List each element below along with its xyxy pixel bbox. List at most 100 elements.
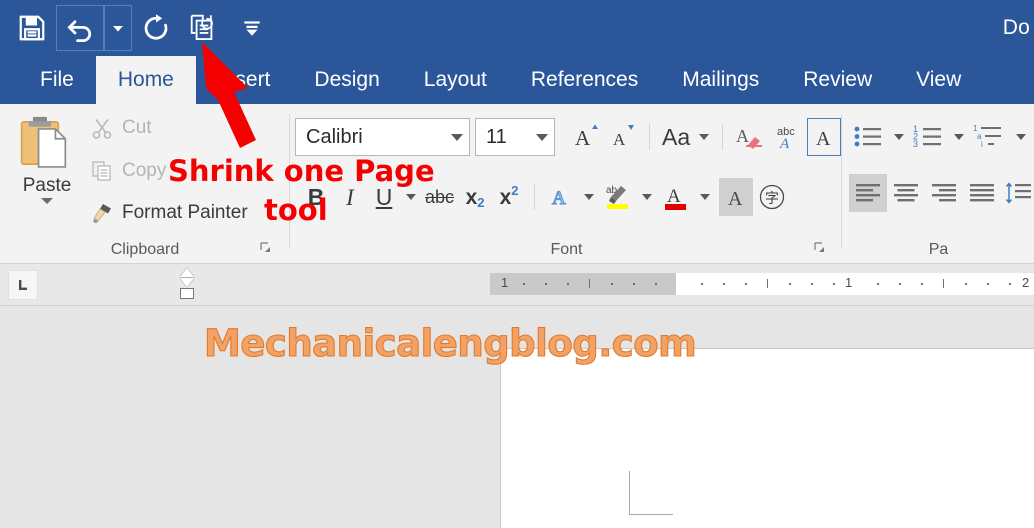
ruler-half-tick (943, 279, 944, 288)
svg-text:A: A (667, 186, 681, 207)
save-icon[interactable] (8, 5, 56, 51)
numbering-button[interactable]: 1 2 3 (909, 118, 949, 156)
clipboard-group-label: Clipboard (110, 241, 180, 258)
ruler-dot (611, 283, 613, 285)
undo-icon[interactable] (56, 5, 104, 51)
align-right-button[interactable] (925, 174, 963, 212)
text-effects-dropdown-icon[interactable] (584, 194, 595, 200)
font-name-combo[interactable]: Calibri (295, 118, 470, 156)
divider (649, 124, 650, 150)
numbering-dropdown-icon[interactable] (954, 134, 964, 140)
copy-icon (92, 161, 111, 181)
redo-icon[interactable] (132, 5, 180, 51)
multilevel-dropdown-icon[interactable] (1016, 134, 1026, 140)
cut-label: Cut (122, 117, 152, 138)
tab-mailings[interactable]: Mailings (660, 56, 781, 104)
bullets-dropdown-icon[interactable] (894, 134, 904, 140)
tab-design[interactable]: Design (292, 56, 401, 104)
ruler-half-tick (767, 279, 768, 288)
text-highlight-color-button[interactable]: ab (599, 178, 637, 216)
tab-stop-selector-button[interactable] (8, 270, 38, 300)
document-title: Do (1002, 16, 1030, 39)
svg-text:A: A (736, 126, 749, 146)
hanging-indent-icon (180, 278, 194, 287)
change-case-label: Aa (662, 123, 691, 150)
svg-text:A: A (779, 136, 790, 151)
annotation-line-2: tool (264, 193, 328, 227)
undo-dropdown-icon[interactable] (104, 5, 132, 51)
tab-home[interactable]: Home (95, 56, 196, 104)
font-size-combo[interactable]: 11 (475, 118, 555, 156)
font-color-button[interactable]: A (657, 178, 695, 216)
tab-references[interactable]: References (509, 56, 660, 104)
document-page[interactable] (500, 348, 1034, 528)
paste-dropdown-icon[interactable] (41, 198, 53, 204)
tab-insert[interactable]: Insert (196, 56, 293, 104)
first-line-indent-marker[interactable] (180, 268, 194, 277)
character-shading-button[interactable]: A (719, 178, 754, 216)
quick-access-toolbar (8, 0, 276, 56)
svg-text:i: i (981, 140, 983, 149)
clear-formatting-button[interactable]: A (731, 118, 769, 156)
cut-button[interactable]: Cut (90, 116, 152, 140)
subscript-label: x (465, 185, 478, 209)
clear-formatting-icon: A (736, 126, 763, 149)
shrink-one-page-icon[interactable] (180, 5, 228, 51)
align-left-button[interactable] (849, 174, 887, 212)
change-case-button[interactable]: Aa (658, 118, 694, 156)
text-highlight-button[interactable]: A (807, 118, 842, 156)
annotation-line-1: Shrink one Page (168, 154, 435, 188)
align-center-button[interactable] (887, 174, 925, 212)
left-tab-icon (19, 280, 27, 290)
copy-label: Copy (122, 160, 167, 181)
customize-quick-access-toolbar-icon[interactable] (228, 5, 276, 51)
ribbon-content: Paste Cut Copy Format Painter Clipboard … (0, 104, 1034, 264)
subscript-button[interactable]: x2 (458, 178, 492, 216)
ruler-dot (745, 283, 747, 285)
horizontal-ruler[interactable]: 1 1 2 (490, 273, 1034, 295)
ruler-dot (545, 283, 547, 285)
highlight-dropdown-icon[interactable] (642, 194, 653, 200)
paste-button[interactable]: Paste (8, 112, 86, 204)
align-left-icon (856, 184, 880, 202)
tab-layout[interactable]: Layout (402, 56, 509, 104)
tab-file[interactable]: File (18, 56, 96, 104)
bullets-button[interactable] (849, 118, 889, 156)
ruler-dot (987, 283, 989, 285)
align-center-icon (894, 184, 918, 202)
justify-button[interactable] (963, 174, 1001, 212)
svg-text:3: 3 (913, 139, 918, 149)
change-case-dropdown-icon[interactable] (699, 134, 710, 140)
text-effects-typography-button[interactable]: A (543, 178, 579, 216)
superscript-index: 2 (511, 182, 519, 198)
chevron-down-icon[interactable] (451, 133, 463, 141)
character-border-button[interactable]: 字 (753, 178, 791, 216)
font-color-dropdown-icon[interactable] (700, 194, 711, 200)
left-indent-marker[interactable] (180, 288, 194, 299)
ruler-dot (965, 283, 967, 285)
ruler-area: 1 1 2 (0, 264, 1034, 306)
tab-review[interactable]: Review (781, 56, 894, 104)
ruler-dot (877, 283, 879, 285)
tab-view[interactable]: View (894, 56, 983, 104)
text-effects-button[interactable]: abc A (769, 118, 807, 156)
copy-button[interactable]: Copy (90, 159, 166, 183)
svg-text:A: A (816, 128, 831, 150)
group-separator (841, 114, 842, 249)
hanging-indent-marker[interactable] (180, 278, 194, 287)
divider (534, 184, 536, 210)
watermark-text: Mechanicalengblog.com (203, 321, 697, 365)
ruler-dot (633, 283, 635, 285)
ribbon-tab-bar: File Home Insert Design Layout Reference… (0, 56, 1034, 104)
clipboard-dialog-launcher-icon[interactable] (258, 241, 274, 257)
text-effects-icon: abc A (777, 126, 795, 151)
superscript-button[interactable]: x2 (492, 178, 526, 216)
grow-font-button[interactable]: A (569, 118, 605, 156)
ruler-left-margin (490, 273, 676, 295)
font-dialog-launcher-icon[interactable] (812, 241, 828, 257)
multilevel-list-button[interactable]: 1 a i (969, 118, 1011, 156)
font-row-top: Calibri 11 A A Aa A abc A A (291, 118, 842, 156)
shrink-font-button[interactable]: A (605, 118, 641, 156)
line-spacing-button[interactable] (1001, 174, 1034, 212)
chevron-down-icon[interactable] (536, 133, 548, 141)
